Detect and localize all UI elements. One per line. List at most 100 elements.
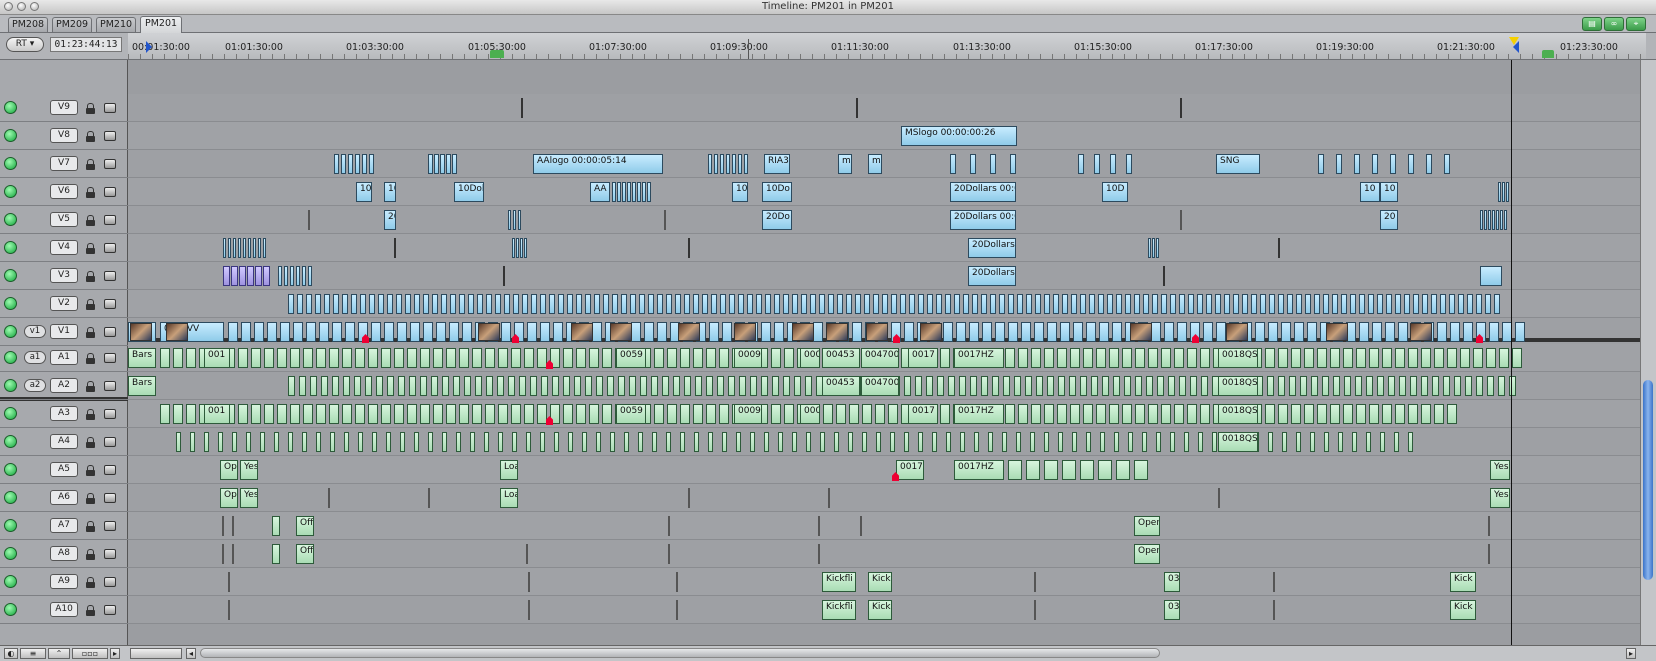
audio-clip[interactable] (1080, 376, 1087, 396)
audio-clip[interactable] (1343, 404, 1353, 424)
video-clip[interactable] (1177, 322, 1187, 342)
video-clip[interactable] (1008, 294, 1014, 314)
video-clip[interactable] (950, 154, 956, 174)
audio-clip[interactable] (750, 376, 757, 396)
audio-clip[interactable] (472, 404, 482, 424)
audio-clip[interactable] (160, 404, 170, 424)
audio-clip[interactable] (717, 376, 724, 396)
edit-point[interactable] (1488, 544, 1490, 564)
audio-clip[interactable] (1190, 376, 1197, 396)
video-clip[interactable] (1094, 154, 1100, 174)
audio-clip[interactable] (1447, 404, 1457, 424)
audio-clip[interactable]: Loa (500, 460, 518, 480)
audio-clip[interactable] (667, 404, 677, 424)
video-clip[interactable] (1323, 294, 1329, 314)
audio-clip[interactable]: 0018QS (1218, 376, 1258, 396)
video-clip[interactable] (524, 238, 527, 258)
lock-icon[interactable] (86, 493, 95, 504)
audio-clip[interactable] (654, 404, 664, 424)
audio-clip[interactable] (277, 348, 287, 368)
video-clip[interactable] (345, 322, 355, 342)
audio-clip[interactable] (1432, 376, 1439, 396)
video-clip[interactable] (1260, 294, 1266, 314)
audio-clip[interactable]: 0059 (616, 404, 646, 424)
audio-clip[interactable] (358, 432, 363, 452)
audio-clip[interactable] (498, 432, 503, 452)
video-clip[interactable] (1143, 294, 1149, 314)
audio-clip[interactable] (1018, 404, 1028, 424)
video-clip[interactable] (1372, 322, 1382, 342)
audio-clip[interactable] (823, 404, 833, 424)
audio-clip[interactable] (475, 376, 482, 396)
video-clip[interactable] (1281, 322, 1291, 342)
video-clip[interactable] (1359, 322, 1369, 342)
video-clip[interactable] (627, 182, 631, 202)
audio-clip[interactable] (1200, 404, 1210, 424)
video-clip[interactable] (1398, 322, 1408, 342)
audio-clip[interactable] (238, 348, 248, 368)
audio-clip[interactable]: Yes (1490, 488, 1510, 508)
video-clip[interactable] (1506, 182, 1509, 202)
video-clip[interactable]: 10 (384, 182, 396, 202)
audio-clip[interactable] (888, 404, 898, 424)
source-patch-a1[interactable]: a1 (24, 351, 46, 364)
audio-clip[interactable] (1096, 348, 1106, 368)
audio-clip[interactable]: 0017 (908, 348, 938, 368)
audio-clip[interactable] (848, 432, 853, 452)
video-clip[interactable] (280, 322, 290, 342)
audio-clip[interactable] (806, 432, 811, 452)
auto-select-icon[interactable] (104, 381, 116, 391)
video-clip[interactable] (348, 154, 353, 174)
video-clip[interactable] (288, 294, 294, 314)
audio-clip[interactable] (329, 404, 339, 424)
video-clip[interactable] (693, 294, 699, 314)
audio-clip[interactable] (805, 376, 812, 396)
edit-point[interactable] (664, 210, 666, 230)
edit-point[interactable] (828, 488, 830, 508)
audio-clip[interactable] (684, 376, 691, 396)
video-clip[interactable] (1203, 322, 1213, 342)
audio-clip[interactable] (251, 404, 261, 424)
video-clip[interactable] (1089, 294, 1095, 314)
audio-clip[interactable] (1070, 404, 1080, 424)
video-clip[interactable] (1390, 154, 1396, 174)
audio-clip[interactable] (1512, 348, 1522, 368)
audio-clip[interactable] (673, 376, 680, 396)
audio-clip[interactable] (368, 348, 378, 368)
video-clip[interactable] (351, 294, 357, 314)
audio-clip[interactable]: Yes (240, 488, 258, 508)
audio-clip[interactable] (960, 432, 965, 452)
video-clip[interactable] (1336, 154, 1342, 174)
video-clip[interactable]: 10Do (762, 182, 792, 202)
audio-clip[interactable] (1380, 432, 1385, 452)
audio-clip[interactable] (288, 376, 295, 396)
track-height-icon[interactable]: ▤ (1582, 17, 1602, 31)
lock-icon[interactable] (86, 465, 95, 476)
audio-clip[interactable] (160, 348, 170, 368)
video-clip[interactable] (714, 154, 718, 174)
video-clip[interactable] (441, 294, 447, 314)
lock-icon[interactable] (86, 159, 95, 170)
audio-clip[interactable] (176, 432, 181, 452)
video-clip[interactable]: 20Do (762, 210, 792, 230)
audio-clip[interactable] (602, 404, 612, 424)
video-clip[interactable] (738, 294, 744, 314)
audio-clip[interactable] (386, 432, 391, 452)
video-clip[interactable] (1116, 294, 1122, 314)
lock-icon[interactable] (86, 243, 95, 254)
video-clip[interactable] (332, 322, 342, 342)
video-clip[interactable] (1498, 182, 1501, 202)
video-clip[interactable]: 20Dollars (968, 266, 1016, 286)
audio-clip[interactable] (442, 376, 449, 396)
audio-clip[interactable] (1201, 376, 1208, 396)
edit-point[interactable] (521, 98, 523, 118)
audio-clip[interactable] (446, 404, 456, 424)
audio-clip[interactable] (485, 404, 495, 424)
audio-clip[interactable] (409, 376, 416, 396)
audio-clip[interactable] (904, 432, 909, 452)
audio-clip[interactable] (1394, 432, 1399, 452)
video-clip[interactable] (1296, 294, 1302, 314)
audio-clip[interactable] (355, 348, 365, 368)
video-clip[interactable] (1500, 210, 1503, 230)
track-name-v3[interactable]: V3 (50, 268, 78, 283)
